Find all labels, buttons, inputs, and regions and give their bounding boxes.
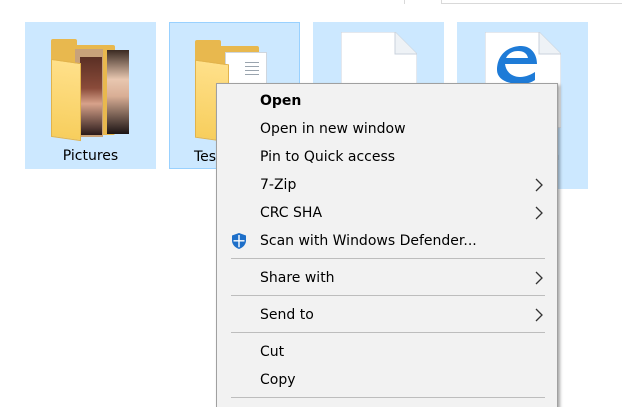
menu-item-send-to[interactable]: Send to — [218, 301, 556, 329]
menu-item-label: Cut — [260, 344, 285, 360]
menu-item-crc-sha[interactable]: CRC SHA — [218, 199, 556, 227]
menu-item-label: Copy — [260, 372, 296, 388]
menu-item-label: Share with — [260, 270, 335, 286]
photo-folder-icon — [51, 35, 131, 142]
menu-item-label: Scan with Windows Defender... — [260, 233, 477, 249]
chevron-right-icon — [535, 308, 543, 322]
menu-item-label: Open — [260, 93, 302, 109]
chevron-right-icon — [535, 206, 543, 220]
menu-item-open-new-window[interactable]: Open in new window — [218, 115, 556, 143]
menu-item-copy[interactable]: Copy — [218, 366, 556, 394]
file-explorer-view: Pictures Test Open Open in new window Pi… — [0, 0, 622, 407]
menu-separator — [231, 332, 545, 333]
menu-item-cut[interactable]: Cut — [218, 338, 556, 366]
toolbar-divider — [404, 0, 405, 4]
file-item-label: Pictures — [62, 148, 119, 164]
menu-item-open[interactable]: Open — [218, 87, 556, 115]
menu-item-share-with[interactable]: Share with — [218, 264, 556, 292]
menu-item-label: Open in new window — [260, 121, 406, 137]
menu-item-7zip[interactable]: 7-Zip — [218, 171, 556, 199]
context-menu: Open Open in new window Pin to Quick acc… — [216, 83, 558, 407]
menu-item-label: CRC SHA — [260, 205, 323, 221]
menu-item-scan-defender[interactable]: Scan with Windows Defender... — [218, 227, 556, 255]
menu-item-label: Send to — [260, 307, 314, 323]
chevron-right-icon — [535, 178, 543, 192]
menu-item-label: Pin to Quick access — [260, 149, 396, 165]
search-box-edge[interactable] — [441, 0, 622, 4]
menu-separator — [231, 258, 545, 259]
menu-separator — [231, 397, 545, 398]
menu-separator — [231, 295, 545, 296]
file-item-pictures[interactable]: Pictures — [25, 22, 156, 169]
chevron-right-icon — [535, 271, 543, 285]
windows-defender-icon — [232, 233, 246, 249]
menu-item-label: 7-Zip — [260, 177, 297, 193]
menu-item-pin-quick-access[interactable]: Pin to Quick access — [218, 143, 556, 171]
